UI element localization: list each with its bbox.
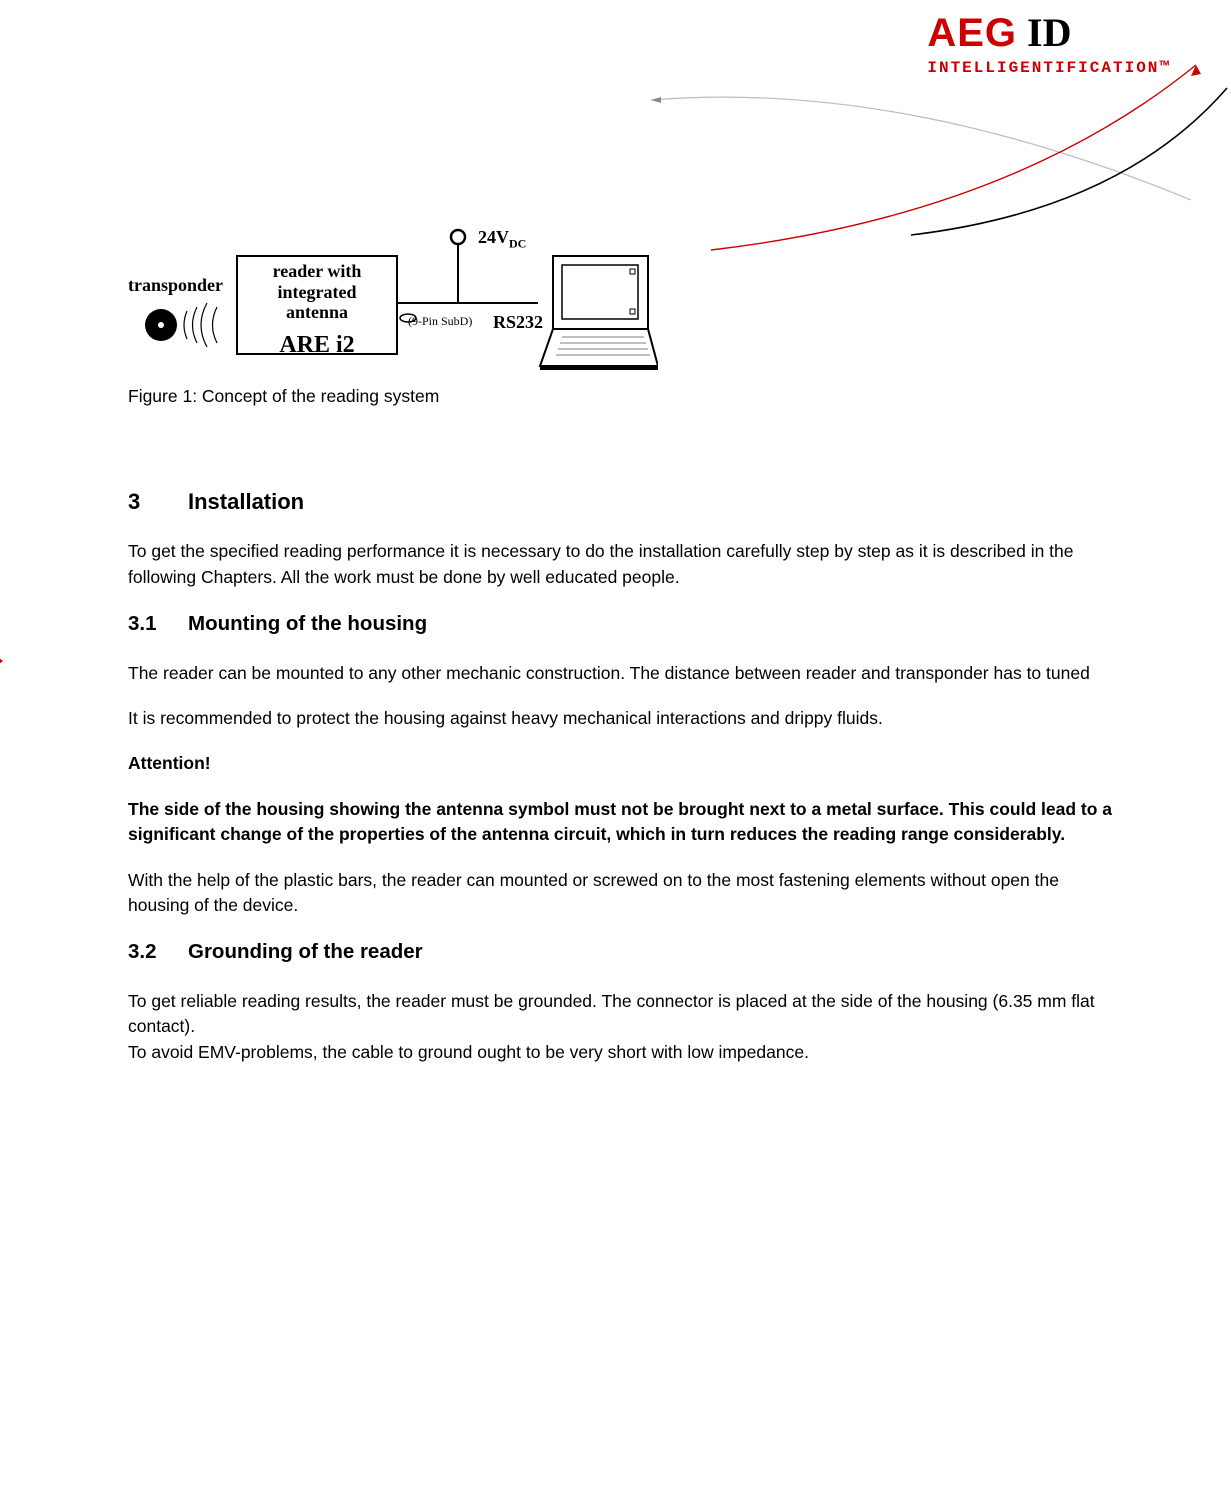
section-number: 3.1 (128, 610, 188, 639)
section-number: 3 (128, 487, 188, 518)
body-text: To get the specified reading performance… (128, 539, 1122, 590)
logo-main: AEG (927, 5, 1017, 61)
reader-line2: integrated (238, 282, 396, 303)
reader-line1: reader with (238, 261, 396, 282)
section-3-heading: 3Installation (128, 487, 1122, 518)
body-text: It is recommended to protect the housing… (128, 706, 1122, 731)
pin-label: (9-Pin SubD) (408, 313, 472, 330)
body-text: To get reliable reading results, the rea… (128, 989, 1122, 1040)
voltage-main: 24V (478, 227, 509, 247)
body-text: With the help of the plastic bars, the r… (128, 868, 1122, 919)
laptop-icon (538, 251, 658, 371)
voltage-sub: DC (509, 237, 526, 251)
rs232-label: RS232 (493, 310, 543, 335)
tagline: INTELLIGENTIFICATION™ (927, 57, 1171, 79)
section-title: Installation (188, 489, 304, 514)
voltage-label: 24VDC (478, 225, 526, 252)
figure-caption: Figure 1: Concept of the reading system (128, 384, 1122, 409)
attention-label: Attention! (128, 751, 1122, 776)
logo-sub: ID (1027, 5, 1071, 61)
section-title: Mounting of the housing (188, 612, 427, 635)
reader-line3: antenna (238, 302, 396, 323)
body-text: To avoid EMV-problems, the cable to grou… (128, 1040, 1122, 1065)
page-content: transponder reader with integrated anten… (128, 225, 1122, 1085)
reader-model: ARE i2 (238, 329, 396, 363)
transponder-icon (143, 303, 223, 347)
body-text: The reader can be mounted to any other m… (128, 661, 1122, 686)
section-number: 3.2 (128, 938, 188, 967)
body-text-bold: The side of the housing showing the ante… (128, 797, 1122, 848)
margin-marker-icon (0, 655, 3, 667)
transponder-label: transponder (128, 273, 223, 298)
brand-header: AEG ID INTELLIGENTIFICATION™ (927, 5, 1171, 79)
section-3-2-heading: 3.2Grounding of the reader (128, 938, 1122, 967)
section-3-1-heading: 3.1Mounting of the housing (128, 610, 1122, 639)
reader-box: reader with integrated antenna ARE i2 (236, 255, 398, 355)
section-title: Grounding of the reader (188, 940, 423, 963)
system-diagram: transponder reader with integrated anten… (128, 225, 668, 380)
